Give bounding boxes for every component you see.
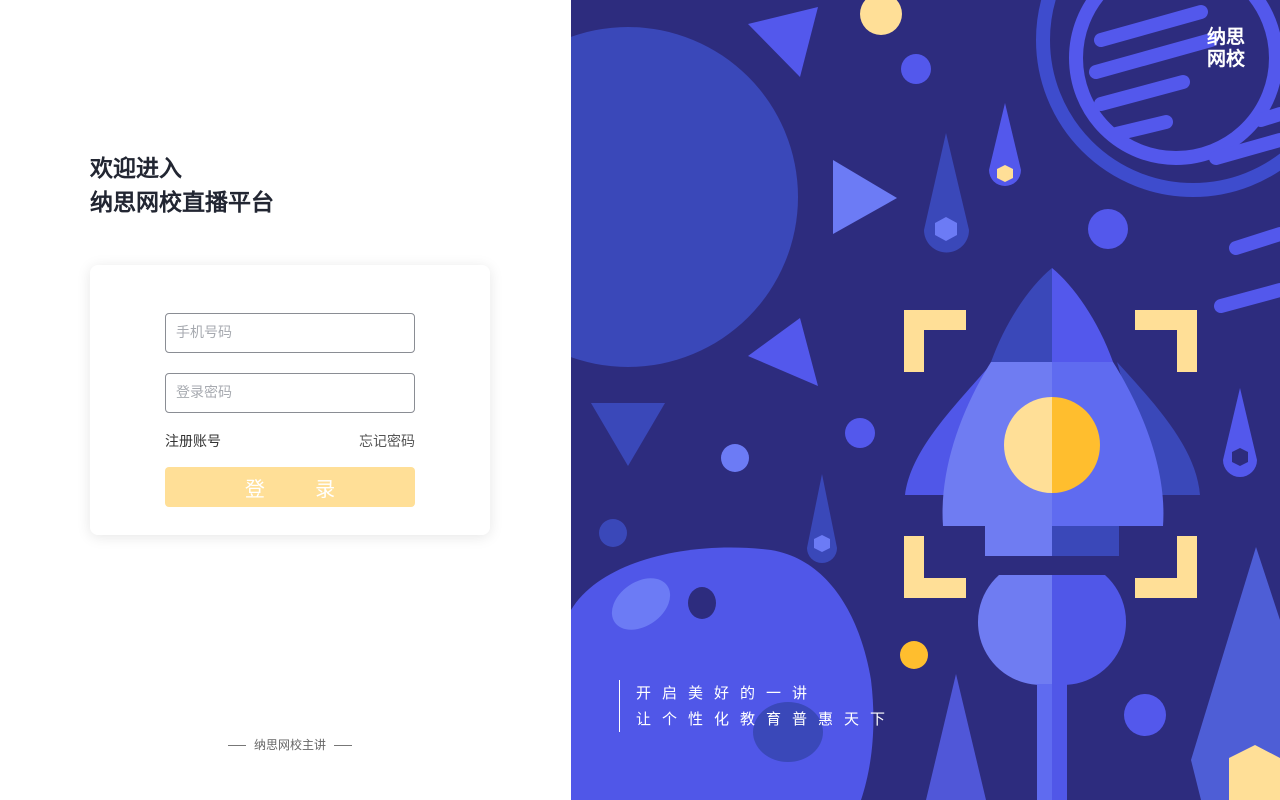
brand-logo: 纳思 网校 — [1207, 26, 1251, 70]
slogan-line-2: 让个性化教育普惠天下 — [636, 710, 897, 728]
dot-shape — [1088, 209, 1128, 249]
slogan: 开启美好的一讲 让个性化教育普惠天下 — [619, 680, 896, 732]
logo-line-2: 网校 — [1207, 48, 1246, 70]
illustration-panel: 纳思 网校 开启美好的一讲 让个性化教育普惠天下 — [571, 0, 1280, 800]
slogan-line-1: 开启美好的一讲 — [636, 684, 819, 702]
logo-line-1: 纳思 — [1207, 26, 1246, 48]
login-panel: 欢迎进入 纳思网校直播平台 注册账号 忘记密码 登 录 纳思网校主讲 — [0, 0, 571, 800]
register-link[interactable]: 注册账号 — [165, 431, 221, 451]
triangle-shape — [833, 160, 897, 234]
dot-shape — [1124, 694, 1166, 736]
welcome-heading: 欢迎进入 纳思网校直播平台 — [90, 152, 274, 220]
welcome-line-1: 欢迎进入 — [90, 156, 182, 182]
planet-crater — [688, 587, 716, 619]
footer-text: 纳思网校主讲 — [253, 738, 326, 752]
form-links: 注册账号 忘记密码 — [165, 431, 415, 451]
triangle-shape — [591, 403, 665, 466]
phone-input[interactable] — [165, 313, 415, 353]
footer: 纳思网校主讲 — [0, 736, 580, 753]
dot-shape — [845, 418, 875, 448]
dot-shape — [721, 444, 749, 472]
footer-dash-right — [333, 745, 352, 746]
dot-shape — [860, 0, 902, 35]
triangle-shape — [926, 674, 986, 800]
login-button[interactable]: 登 录 — [165, 467, 415, 507]
big-planet-shape — [571, 27, 798, 367]
footer-dash-left — [228, 745, 247, 746]
triangle-shape — [748, 7, 818, 77]
welcome-line-2: 纳思网校直播平台 — [90, 190, 274, 216]
login-page: 欢迎进入 纳思网校直播平台 注册账号 忘记密码 登 录 纳思网校主讲 — [0, 0, 1280, 800]
login-button-label: 登 录 — [244, 476, 358, 501]
planet-illustration — [571, 547, 874, 800]
triangle-shape — [748, 318, 818, 386]
password-input[interactable] — [165, 373, 415, 413]
dot-shape — [901, 54, 931, 84]
login-card: 注册账号 忘记密码 登 录 — [90, 265, 490, 535]
forgot-password-link[interactable]: 忘记密码 — [359, 431, 415, 451]
dot-shape — [599, 519, 627, 547]
dot-shape — [900, 641, 928, 669]
